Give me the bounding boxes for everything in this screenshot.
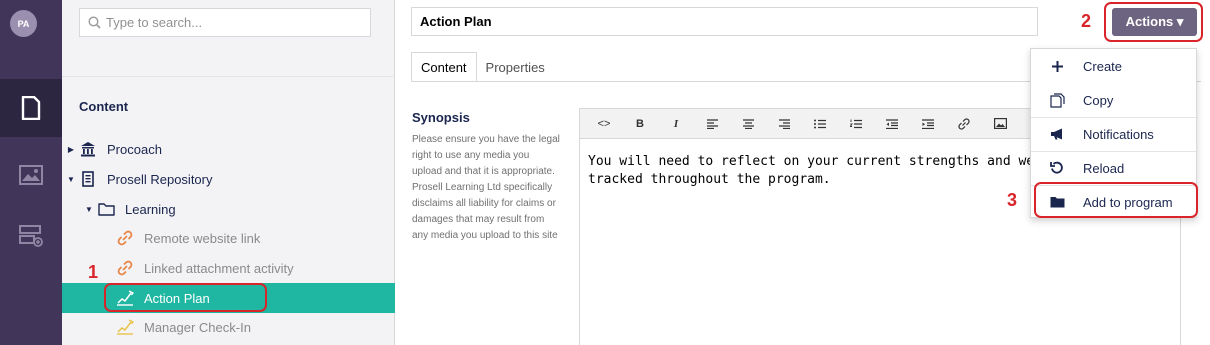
search-placeholder: Type to search... [106, 15, 203, 30]
annotation-step-3: 3 [1007, 190, 1018, 210]
node-title-input[interactable]: Action Plan [411, 7, 1038, 36]
image-icon [19, 165, 43, 185]
megaphone-icon [1031, 128, 1083, 140]
tree-node-label: Procoach [107, 141, 162, 157]
tree-node-label: Remote website link [144, 230, 261, 246]
menu-item-copy[interactable]: Copy [1031, 83, 1198, 117]
tab-content[interactable]: Content [411, 52, 477, 82]
tree-node-linked-attachment-activity[interactable]: Linked attachment activity [62, 253, 395, 283]
synopsis-label: Synopsis [412, 110, 470, 125]
menu-item-label: Notifications [1083, 126, 1154, 142]
bullet-list-button[interactable] [802, 109, 838, 139]
form-add-icon [19, 225, 43, 247]
tree-node-label: Linked attachment activity [144, 260, 294, 276]
menu-item-reload[interactable]: Reload [1031, 151, 1198, 185]
bold-button[interactable]: B [622, 109, 658, 139]
align-center-button[interactable] [730, 109, 766, 139]
tree-node-label: Prosell Repository [107, 171, 213, 187]
italic-button[interactable]: I [658, 109, 694, 139]
align-left-button[interactable] [694, 109, 730, 139]
chain-link-icon [958, 117, 970, 130]
bank-icon [77, 141, 99, 157]
link-icon [114, 260, 136, 276]
indent-button[interactable] [910, 109, 946, 139]
copy-icon [1031, 92, 1083, 108]
tree-node-learning[interactable]: ▼ Learning [62, 194, 395, 224]
building-icon [77, 171, 99, 187]
italic-icon: I [673, 117, 679, 130]
menu-item-label: Create [1083, 58, 1123, 74]
link-button[interactable] [946, 109, 982, 139]
caret-down-icon[interactable]: ▼ [83, 205, 95, 214]
annotation-highlight-add-to-program [1034, 182, 1198, 218]
plus-icon [1031, 60, 1083, 72]
settings-section-button[interactable] [0, 207, 62, 265]
bullet-list-icon [814, 119, 826, 128]
tree-search-input[interactable]: Type to search... [79, 8, 371, 37]
align-right-button[interactable] [766, 109, 802, 139]
annotation-highlight-actions-button [1104, 2, 1203, 42]
synopsis-help-text: Please ensure you have the legal right t… [412, 134, 560, 241]
tree-node-manager-check-in[interactable]: Manager Check-In [62, 312, 395, 342]
pencil-chart-icon [114, 319, 136, 335]
insert-image-button[interactable] [982, 109, 1018, 139]
tree-node-remote-website-link[interactable]: Remote website link [62, 223, 395, 253]
menu-item-label: Copy [1083, 92, 1114, 108]
content-section-button[interactable] [0, 79, 62, 137]
menu-item-notifications[interactable]: Notifications [1031, 117, 1198, 151]
link-icon [114, 230, 136, 246]
caret-down-icon[interactable]: ▼ [65, 175, 77, 184]
tree-node-label: Learning [125, 201, 176, 217]
tree-heading: Content [79, 99, 129, 114]
avatar[interactable]: PA [10, 10, 37, 37]
annotation-highlight-action-plan [104, 283, 267, 312]
outdent-button[interactable] [874, 109, 910, 139]
picture-icon [993, 118, 1007, 129]
menu-item-label: Reload [1083, 160, 1125, 176]
code-icon: <> [597, 117, 611, 130]
menu-item-create[interactable]: Create [1031, 49, 1198, 83]
folder-icon [95, 202, 117, 216]
numbered-list-icon [850, 119, 862, 128]
divider [62, 76, 395, 77]
tree-node-label: Manager Check-In [144, 319, 251, 335]
tree-node-procoach[interactable]: ▶ Procoach [62, 134, 395, 164]
tree-node-prosell-repository[interactable]: ▼ Prosell Repository [62, 164, 395, 194]
media-section-button[interactable] [0, 146, 62, 204]
caret-right-icon[interactable]: ▶ [65, 145, 77, 154]
align-left-icon [706, 118, 718, 129]
outdent-icon [886, 118, 898, 129]
editor-tabs: Content Properties [411, 52, 554, 82]
indent-icon [922, 118, 934, 129]
source-code-button[interactable]: <> [586, 109, 622, 139]
document-icon [21, 96, 41, 120]
reload-icon [1031, 161, 1083, 175]
annotation-step-2: 2 [1081, 11, 1092, 31]
tab-properties[interactable]: Properties [477, 52, 554, 82]
search-icon [88, 16, 101, 29]
numbered-list-button[interactable] [838, 109, 874, 139]
align-center-icon [742, 118, 754, 129]
align-right-icon [778, 118, 790, 129]
section-rail: PA [0, 0, 62, 345]
bold-icon: B [636, 117, 644, 130]
annotation-step-1: 1 [88, 262, 99, 282]
